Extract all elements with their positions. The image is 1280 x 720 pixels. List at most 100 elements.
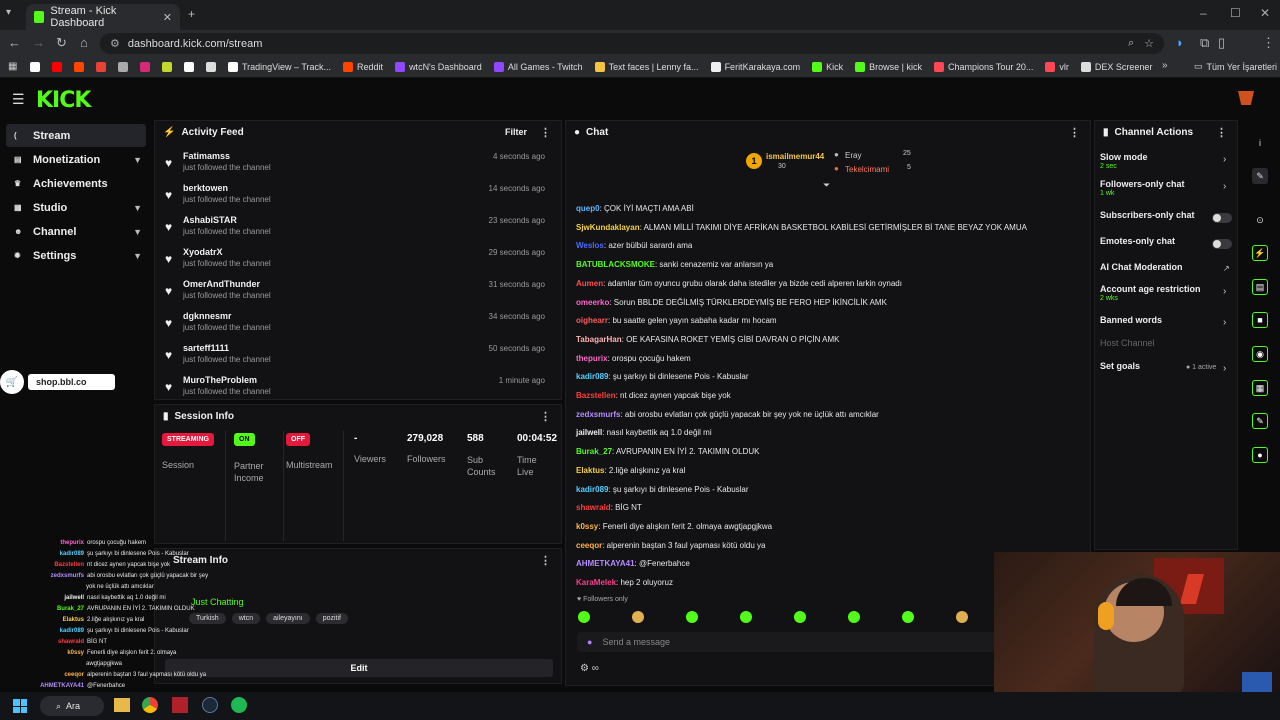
bookmark-item[interactable]: TradingView – Track...: [228, 61, 331, 72]
bookmark-item[interactable]: FeritKarakaya.com: [710, 61, 800, 72]
external-link-icon[interactable]: ↗: [1223, 264, 1230, 273]
chat-username[interactable]: Weslos: [576, 241, 604, 250]
bookmark-item[interactable]: wtcN's Dashboard: [395, 61, 482, 72]
chevron-right-icon[interactable]: ›: [1223, 317, 1226, 328]
browser-menu-icon[interactable]: ⋮: [1262, 35, 1275, 51]
chat-username[interactable]: quep0: [576, 204, 600, 213]
chevron-right-icon[interactable]: ›: [1223, 363, 1226, 374]
bookmark-item[interactable]: Reddit: [343, 61, 383, 72]
bookmark-item[interactable]: [74, 61, 84, 72]
bookmark-item[interactable]: [118, 61, 128, 72]
chat-input[interactable]: ● Send a message: [577, 632, 997, 652]
file-explorer-icon[interactable]: [114, 698, 130, 712]
chevron-right-icon[interactable]: ›: [1223, 181, 1226, 192]
emote-icon[interactable]: [956, 611, 968, 623]
filter-button[interactable]: Filter: [505, 127, 527, 137]
chat-username[interactable]: Elaktus: [576, 466, 604, 475]
follower-name[interactable]: berktowen: [183, 183, 228, 193]
info-icon[interactable]: i: [1252, 135, 1268, 151]
emote-icon[interactable]: [740, 611, 752, 623]
user-avatar[interactable]: [1238, 91, 1254, 105]
steam-icon[interactable]: [202, 697, 218, 713]
sidebar-item-channel[interactable]: ☻ Channel ▼: [6, 220, 146, 243]
action-subscribers-only-chat[interactable]: Subscribers-only chat: [1100, 210, 1195, 220]
target-icon[interactable]: ⊙: [1252, 212, 1268, 228]
site-info-icon[interactable]: ⚙: [110, 37, 120, 50]
chat-username[interactable]: AHMETKAYA41: [576, 559, 635, 568]
toggle-switch[interactable]: [1212, 239, 1232, 249]
new-tab-icon[interactable]: +: [188, 7, 195, 21]
chat-username[interactable]: TabagarHan: [576, 335, 622, 344]
bookmark-item[interactable]: DEX Screener: [1080, 61, 1152, 72]
back-icon[interactable]: ←: [8, 35, 21, 50]
chrome-icon[interactable]: [142, 697, 158, 713]
apps-grid-icon[interactable]: ▦: [8, 61, 17, 72]
emote-icon[interactable]: [632, 611, 644, 623]
follower-name[interactable]: Fatimamss: [183, 151, 230, 161]
chat-username[interactable]: oighearr: [576, 316, 608, 325]
bookmark-item[interactable]: Champions Tour 20...: [933, 61, 1033, 72]
follower-name[interactable]: AshabiSTAR: [183, 215, 237, 225]
url-field[interactable]: ⚙ dashboard.kick.com/stream ⌕ ☆: [100, 33, 1164, 54]
chat-menu-icon[interactable]: ⋮: [1069, 126, 1080, 139]
tag-chip[interactable]: aileyayını: [266, 613, 310, 624]
sidebar-item-achievements[interactable]: ♛ Achievements: [6, 172, 146, 195]
chat-username[interactable]: thepurix: [576, 354, 608, 363]
chat-username[interactable]: omeerko: [576, 298, 609, 307]
chat-settings-icon[interactable]: ⚙ ∞: [580, 663, 599, 674]
gifter-3-name[interactable]: Tekelcimami: [845, 165, 889, 174]
chat-username[interactable]: kadir089: [576, 372, 608, 381]
bookmark-item[interactable]: Kick: [812, 61, 843, 72]
maximize-icon[interactable]: ☐: [1230, 6, 1241, 20]
home-icon[interactable]: ⌂: [80, 35, 88, 50]
action-followers-only-chat[interactable]: Followers-only chat 1 wk: [1100, 179, 1185, 197]
bookmark-item[interactable]: [184, 61, 194, 72]
chat-username[interactable]: Bazstellen: [576, 391, 616, 400]
chat-username[interactable]: zedxsmurfs: [576, 410, 620, 419]
actions-menu-icon[interactable]: ⋮: [1216, 126, 1227, 139]
chat-username[interactable]: shawrald: [576, 503, 611, 512]
edit-icon[interactable]: ✎: [1252, 168, 1268, 184]
chat-username[interactable]: ceeqor: [576, 541, 602, 550]
forward-icon[interactable]: →: [32, 35, 45, 50]
kick-logo[interactable]: KICK: [36, 88, 91, 113]
emote-icon[interactable]: [578, 611, 590, 623]
sidebar-item-settings[interactable]: ✹ Settings ▼: [6, 244, 146, 267]
chat-username[interactable]: KaraMelek: [576, 578, 616, 587]
minimize-icon[interactable]: –: [1200, 6, 1207, 20]
chat-username[interactable]: jailwell: [576, 428, 602, 437]
sidebar-item-monetization[interactable]: ▤ Monetization ▼: [6, 148, 146, 171]
wrench-icon[interactable]: ✎: [1252, 413, 1268, 429]
broadcast-icon[interactable]: ◉: [1252, 346, 1268, 362]
studio-icon[interactable]: ▦: [1252, 380, 1268, 396]
follower-name[interactable]: MuroTheProblem: [183, 375, 257, 385]
sidebar-item-studio[interactable]: ▦ Studio ▼: [6, 196, 146, 219]
bookmark-star-icon[interactable]: ☆: [1144, 37, 1154, 50]
chat-username[interactable]: Burak_27: [576, 447, 612, 456]
action-banned-words[interactable]: Banned words: [1100, 315, 1162, 325]
users-icon[interactable]: ●: [1252, 447, 1268, 463]
lightning-icon[interactable]: ⚡: [1252, 245, 1268, 261]
chat-username[interactable]: BATUBLACKSMOKE: [576, 260, 655, 269]
chat-username[interactable]: kadir089: [576, 485, 608, 494]
chat-icon[interactable]: ■: [1252, 312, 1268, 328]
chevron-right-icon[interactable]: ›: [1223, 286, 1226, 297]
bookmark-item[interactable]: [52, 61, 62, 72]
action-slow-mode[interactable]: Slow mode 2 sec: [1100, 152, 1148, 170]
document-icon[interactable]: ▤: [1252, 279, 1268, 295]
action-emotes-only-chat[interactable]: Emotes-only chat: [1100, 236, 1175, 246]
stream-info-menu-icon[interactable]: ⋮: [540, 554, 551, 567]
all-bookmarks-folder[interactable]: ▭ Tüm Yer İşaretleri: [1194, 61, 1277, 72]
taskbar-search[interactable]: ⌕ Ara: [40, 696, 104, 716]
more-bookmarks-icon[interactable]: »: [1162, 60, 1168, 71]
activity-menu-icon[interactable]: ⋮: [540, 126, 551, 139]
bookmark-item[interactable]: [96, 61, 106, 72]
emote-icon[interactable]: [848, 611, 860, 623]
follower-name[interactable]: XyodatrX: [183, 247, 223, 257]
top-gifter-name[interactable]: ismailmemur44: [766, 152, 824, 161]
emote-icon[interactable]: [902, 611, 914, 623]
chevron-right-icon[interactable]: ›: [1223, 154, 1226, 165]
windows-start-icon[interactable]: [13, 699, 27, 713]
pinned-collapse-icon[interactable]: ⏷: [823, 180, 830, 191]
zoom-icon[interactable]: ⌕: [1128, 37, 1134, 50]
